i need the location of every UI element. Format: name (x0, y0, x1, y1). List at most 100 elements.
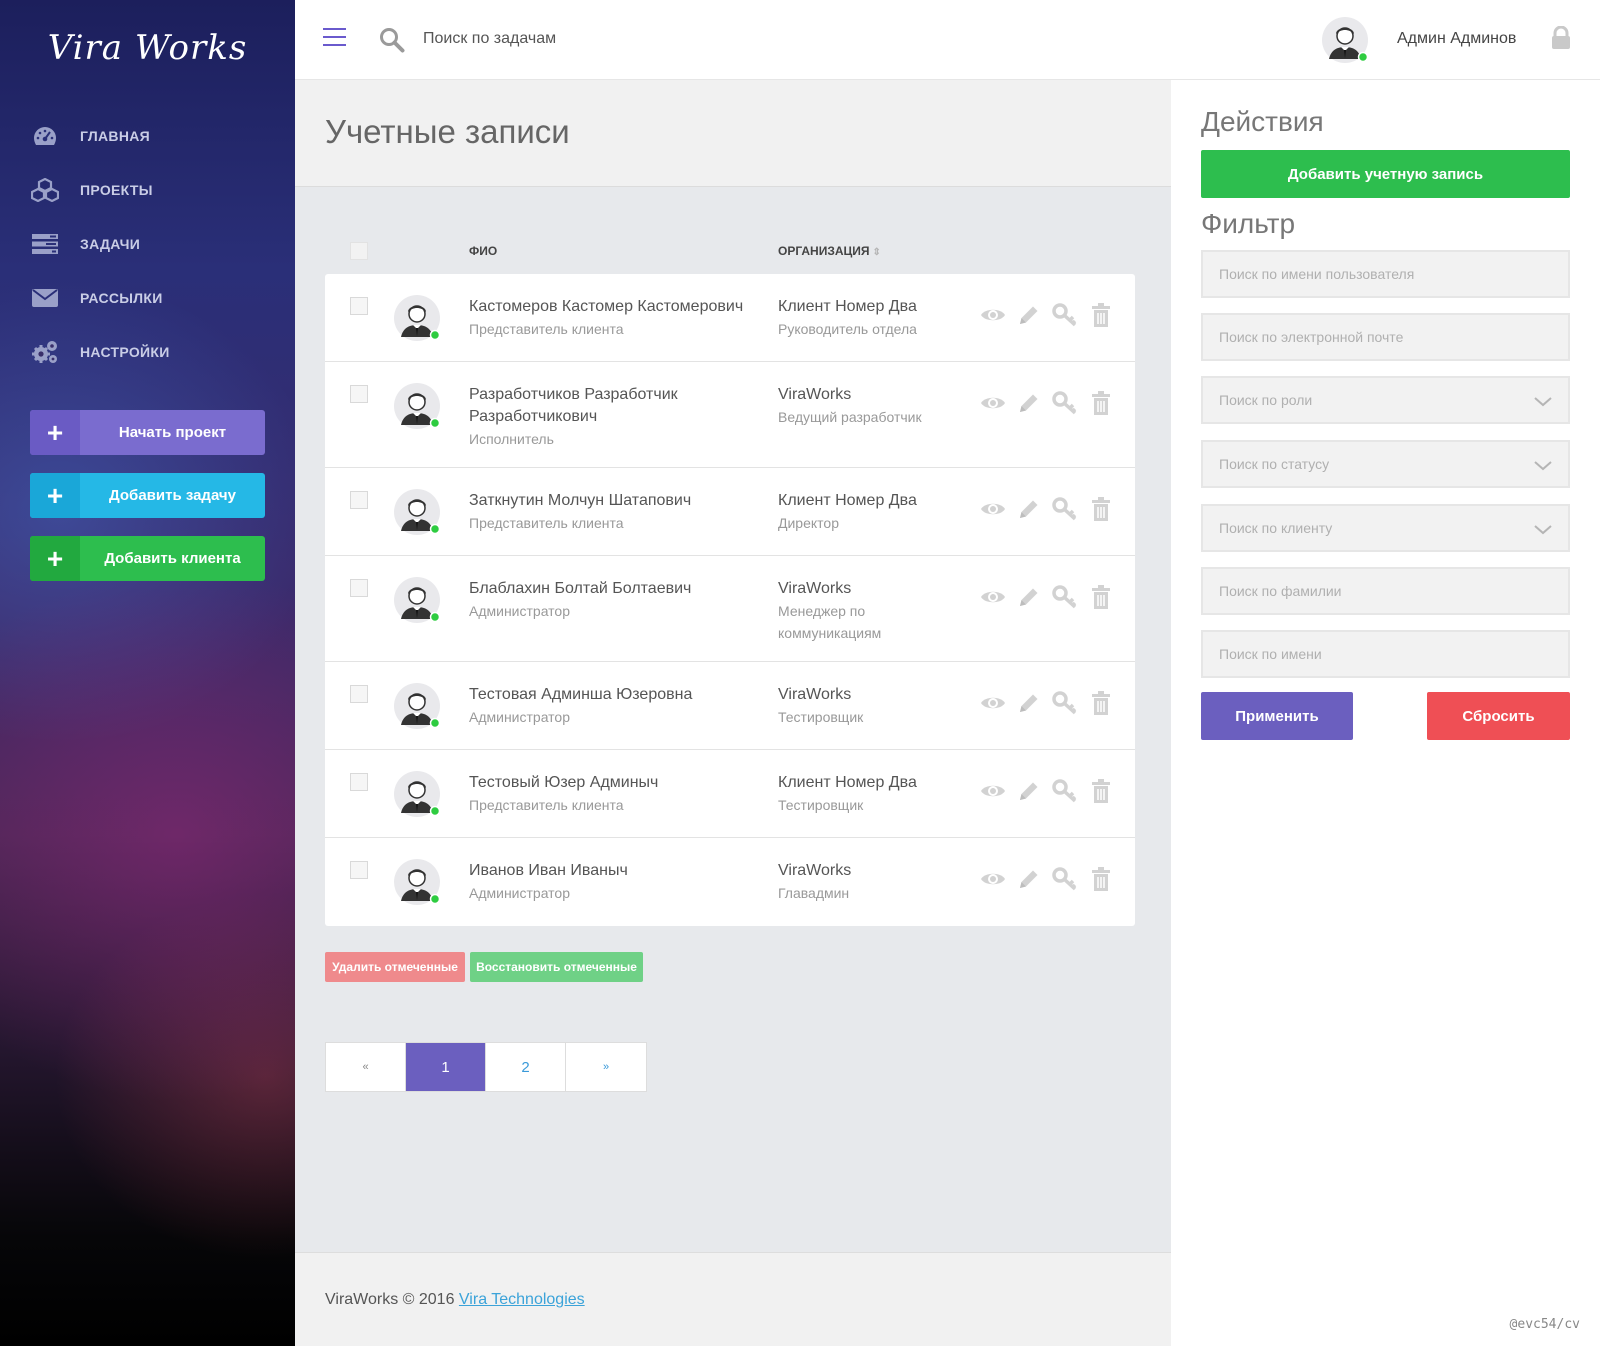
filter-placeholder: Поиск по роли (1219, 392, 1313, 408)
column-header-org[interactable]: ОРГАНИЗАЦИЯ ⇕ (778, 244, 881, 258)
view-icon[interactable] (980, 778, 1006, 804)
organization-cell: ViraWorks Ведущий разработчик (778, 384, 943, 428)
row-actions (980, 690, 1114, 716)
view-icon[interactable] (980, 690, 1006, 716)
edit-pencil-icon[interactable] (1016, 302, 1042, 328)
filter-input[interactable]: Поиск по электронной почте (1201, 313, 1570, 361)
task-search-input[interactable] (423, 24, 823, 54)
page-next-link[interactable]: » (566, 1043, 646, 1091)
filter-input[interactable]: Поиск по имени (1201, 630, 1570, 678)
trash-icon[interactable] (1088, 302, 1114, 328)
start-project-button[interactable]: + Начать проект (30, 410, 265, 455)
user-full-name[interactable]: Тестовая Админша Юзеровна (469, 684, 759, 706)
trash-icon[interactable] (1088, 690, 1114, 716)
button-label: Начать проект (118, 424, 227, 441)
add-account-button[interactable]: Добавить учетную запись (1201, 150, 1570, 198)
organization-cell: ViraWorks Главадмин (778, 860, 943, 904)
row-actions (980, 390, 1114, 416)
table-row: Тестовый Юзер Админыч Представитель клиен… (325, 750, 1135, 838)
nav-item-home[interactable]: ГЛАВНАЯ (30, 116, 270, 156)
edit-pencil-icon[interactable] (1016, 690, 1042, 716)
row-checkbox[interactable] (350, 861, 368, 879)
lock-icon[interactable] (1551, 25, 1571, 55)
page-link-1[interactable]: 1 (406, 1043, 486, 1091)
organization-name: ViraWorks (778, 386, 852, 403)
row-actions (980, 496, 1114, 522)
add-client-button[interactable]: + Добавить клиента (30, 536, 265, 581)
trash-icon[interactable] (1088, 584, 1114, 610)
key-icon[interactable] (1052, 390, 1078, 416)
row-checkbox[interactable] (350, 491, 368, 509)
view-icon[interactable] (980, 302, 1006, 328)
add-task-button[interactable]: + Добавить задачу (30, 473, 265, 518)
logo[interactable]: Vira Works (0, 28, 295, 68)
trash-icon[interactable] (1088, 778, 1114, 804)
row-checkbox[interactable] (350, 685, 368, 703)
key-icon[interactable] (1052, 690, 1078, 716)
user-full-name[interactable]: Блаблахин Болтай Болтаевич (469, 578, 759, 600)
user-full-name[interactable]: Разработчиков Разработчик Разработчикови… (469, 384, 759, 428)
trash-icon[interactable] (1088, 390, 1114, 416)
key-icon[interactable] (1052, 866, 1078, 892)
page-prev-link[interactable]: « (326, 1043, 406, 1091)
user-full-name[interactable]: Кастомеров Кастомер Кастомерович (469, 296, 759, 318)
row-checkbox[interactable] (350, 297, 368, 315)
key-icon[interactable] (1052, 584, 1078, 610)
sidebar: Vira Works ГЛАВНАЯ ПРОЕКТЫ ЗАДАЧИ РАССЫЛ… (0, 0, 295, 1346)
user-name-cell: Заткнутин Молчун Шатапович Представитель … (469, 490, 759, 534)
key-icon[interactable] (1052, 778, 1078, 804)
user-avatar (393, 858, 443, 913)
row-actions (980, 866, 1114, 892)
filter-select[interactable]: Поиск по клиенту (1201, 504, 1570, 552)
nav-item-tasks[interactable]: ЗАДАЧИ (30, 224, 270, 264)
edit-pencil-icon[interactable] (1016, 778, 1042, 804)
row-checkbox[interactable] (350, 579, 368, 597)
dashboard-icon (30, 123, 60, 149)
delete-selected-button[interactable]: Удалить отмеченные (325, 952, 465, 982)
select-all-checkbox[interactable] (350, 242, 368, 260)
organization-name: ViraWorks (778, 862, 852, 879)
nav-item-settings[interactable]: НАСТРОЙКИ (30, 332, 270, 372)
user-full-name[interactable]: Иванов Иван Иваныч (469, 860, 759, 882)
reset-filter-button[interactable]: Сбросить (1427, 692, 1570, 740)
page-link-2[interactable]: 2 (486, 1043, 566, 1091)
user-name[interactable]: Админ Админов (1397, 30, 1516, 48)
edit-pencil-icon[interactable] (1016, 390, 1042, 416)
view-icon[interactable] (980, 866, 1006, 892)
trash-icon[interactable] (1088, 496, 1114, 522)
key-icon[interactable] (1052, 302, 1078, 328)
view-icon[interactable] (980, 584, 1006, 610)
view-icon[interactable] (980, 390, 1006, 416)
trash-icon[interactable] (1088, 866, 1114, 892)
filter-placeholder: Поиск по имени (1219, 646, 1322, 662)
filter-select[interactable]: Поиск по роли (1201, 376, 1570, 424)
key-icon[interactable] (1052, 496, 1078, 522)
user-full-name[interactable]: Тестовый Юзер Админыч (469, 772, 759, 794)
button-label: Добавить задачу (109, 487, 236, 504)
organization-cell: Клиент Номер Два Тестировщик (778, 772, 943, 816)
view-icon[interactable] (980, 496, 1006, 522)
organization-name: Клиент Номер Два (778, 774, 917, 791)
hamburger-menu-icon[interactable] (323, 28, 346, 47)
edit-pencil-icon[interactable] (1016, 584, 1042, 610)
actions-title: Действия (1201, 106, 1324, 137)
edit-pencil-icon[interactable] (1016, 866, 1042, 892)
plus-icon: + (30, 536, 80, 581)
filter-input[interactable]: Поиск по фамилии (1201, 567, 1570, 615)
apply-filter-button[interactable]: Применить (1201, 692, 1353, 740)
filter-select[interactable]: Поиск по статусу (1201, 440, 1570, 488)
row-checkbox[interactable] (350, 385, 368, 403)
user-avatar (393, 576, 443, 631)
row-checkbox[interactable] (350, 773, 368, 791)
user-full-name[interactable]: Заткнутин Молчун Шатапович (469, 490, 759, 512)
restore-selected-button[interactable]: Восстановить отмеченные (470, 952, 643, 982)
sort-icon[interactable]: ⇕ (873, 247, 881, 258)
nav-item-mailings[interactable]: РАССЫЛКИ (30, 278, 270, 318)
nav-item-projects[interactable]: ПРОЕКТЫ (30, 170, 270, 210)
edit-pencil-icon[interactable] (1016, 496, 1042, 522)
user-position: Тестировщик (778, 797, 864, 813)
filter-input[interactable]: Поиск по имени пользователя (1201, 250, 1570, 298)
user-avatar[interactable] (1321, 16, 1371, 71)
vira-technologies-link[interactable]: Vira Technologies (459, 1291, 585, 1308)
search-icon[interactable] (379, 27, 405, 58)
